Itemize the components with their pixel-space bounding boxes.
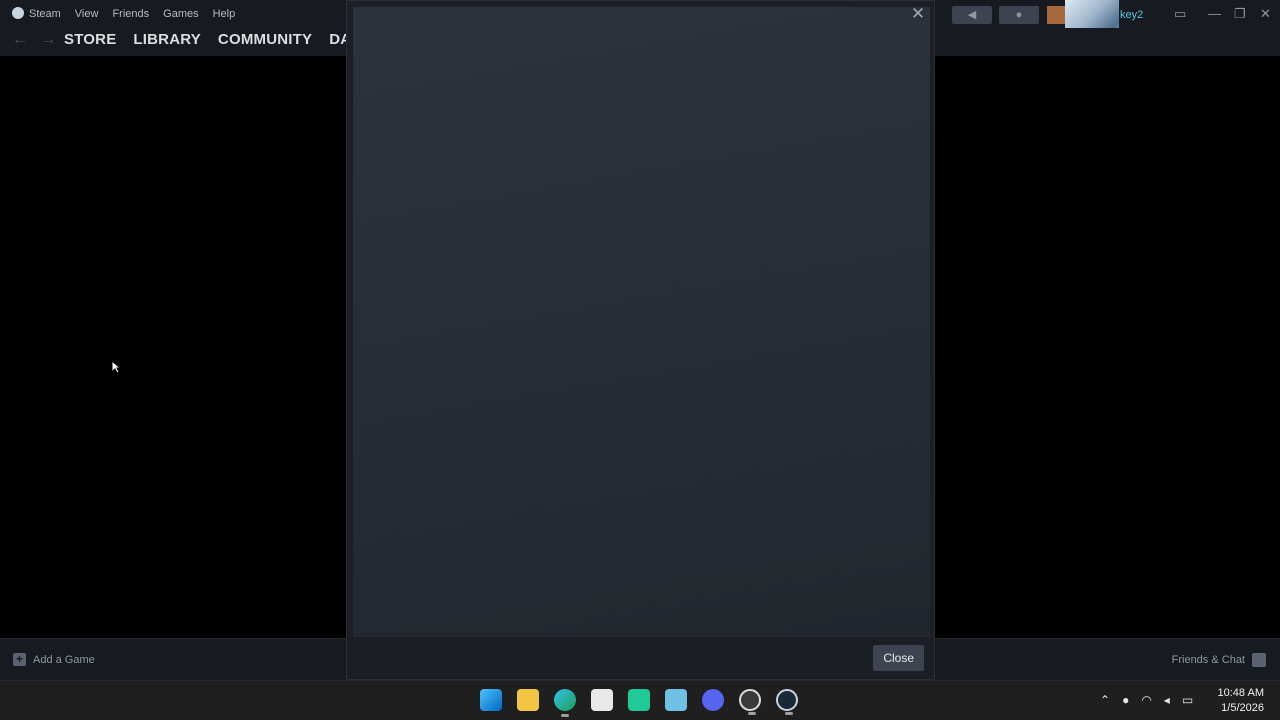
friend-avatar[interactable] (1047, 6, 1065, 24)
maximize-icon[interactable]: ❐ (1234, 6, 1246, 22)
menu-games[interactable]: Games (163, 8, 198, 20)
windows-taskbar: ⌃ ● ◠ ◂ ▭ 10:48 AM 1/5/2026 (0, 680, 1280, 720)
big-picture-icon[interactable]: ▭ (1174, 6, 1186, 22)
steam-logo-icon (12, 7, 24, 19)
steam-window: Steam View Friends Games Help ◀ ● key2 5… (0, 0, 1280, 720)
discord-icon[interactable] (702, 689, 724, 711)
chrome-icon[interactable] (739, 689, 761, 715)
friends-chat-label: Friends & Chat (1171, 654, 1245, 666)
dialog-footer: Close (347, 637, 934, 679)
username[interactable]: key2 (1120, 9, 1143, 21)
clock-time: 10:48 AM (1217, 687, 1264, 699)
notepad-icon[interactable] (665, 689, 687, 711)
edge-browser-icon[interactable] (554, 689, 576, 717)
file-explorer-icon[interactable] (517, 689, 539, 711)
announcements-button[interactable]: ◀ (952, 6, 992, 24)
clock-date: 1/5/2026 (1221, 702, 1264, 714)
minimize-icon[interactable]: — (1208, 6, 1221, 21)
notifications-button[interactable]: ● (999, 6, 1039, 24)
microphone-icon[interactable]: ● (1122, 693, 1129, 707)
volume-icon[interactable]: ◂ (1164, 693, 1170, 707)
nav-community[interactable]: COMMUNITY (218, 31, 312, 48)
close-button[interactable]: Close (873, 645, 924, 671)
steam-taskbar-icon[interactable] (776, 689, 798, 715)
add-game-button[interactable]: + Add a Game (13, 653, 95, 666)
chevron-up-icon[interactable]: ⌃ (1100, 693, 1110, 707)
plus-icon: + (13, 653, 26, 666)
menu-steam[interactable]: Steam (12, 7, 61, 20)
battery-icon[interactable]: ▭ (1182, 693, 1193, 707)
friends-chat-button[interactable]: Friends & Chat (1172, 653, 1266, 667)
menu-steam-label: Steam (29, 8, 61, 20)
window-close-icon[interactable]: ✕ (1260, 6, 1271, 22)
menu-view[interactable]: View (75, 8, 99, 20)
dialog-body (353, 7, 930, 637)
megaphone-icon: ◀ (967, 9, 977, 21)
chat-icon (1252, 653, 1266, 667)
nav-library[interactable]: LIBRARY (133, 31, 201, 48)
nav-store[interactable]: STORE (64, 31, 116, 48)
bell-icon: ● (1015, 9, 1023, 21)
menu-help[interactable]: Help (213, 8, 236, 20)
app-icon[interactable] (628, 689, 650, 711)
microsoft-store-icon[interactable] (591, 689, 613, 711)
close-icon[interactable]: ✕ (908, 4, 928, 24)
back-arrow-icon[interactable]: ← (12, 31, 28, 49)
mouse-cursor (111, 359, 122, 379)
forward-arrow-icon[interactable]: → (40, 31, 56, 49)
add-game-label: Add a Game (33, 653, 95, 666)
wifi-icon[interactable]: ◠ (1141, 693, 1151, 707)
menu-friends[interactable]: Friends (112, 8, 149, 20)
dialog: ✕ Close (346, 0, 935, 680)
clock[interactable]: 10:48 AM 1/5/2026 (1218, 686, 1264, 716)
windows-start-icon[interactable] (480, 689, 502, 711)
